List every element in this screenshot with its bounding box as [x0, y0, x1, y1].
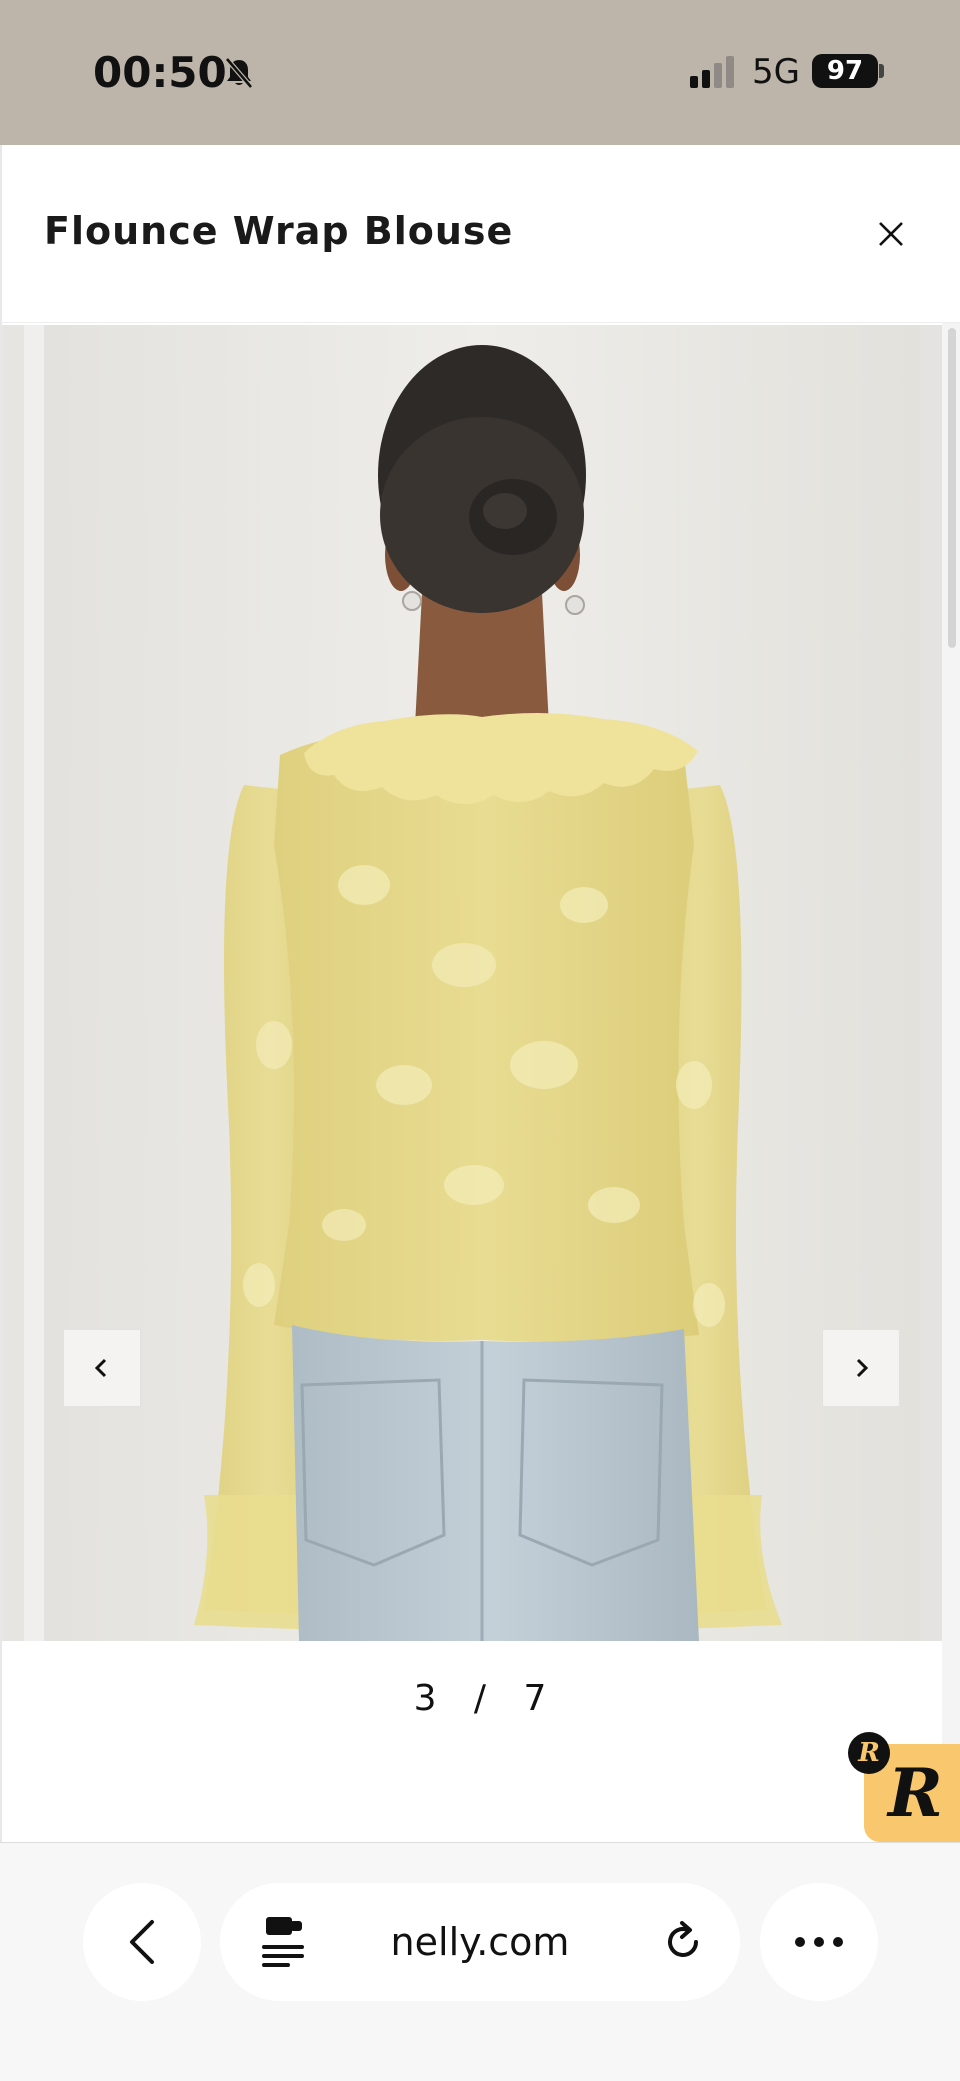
- chevron-left-icon: [130, 1920, 154, 1964]
- address-bar[interactable]: nelly.com: [220, 1883, 740, 2001]
- network-type: 5G: [752, 52, 800, 92]
- previous-image-edge: [2, 325, 24, 1641]
- modal-header: Flounce Wrap Blouse: [2, 145, 960, 323]
- product-photo: [44, 325, 920, 1641]
- reload-icon[interactable]: [660, 1919, 706, 1965]
- widget-logo-letter: R: [888, 1754, 943, 1832]
- previous-image-button[interactable]: [63, 1329, 141, 1407]
- widget-badge: R: [848, 1732, 890, 1774]
- image-gallery[interactable]: [2, 325, 942, 1641]
- battery-tip: [879, 64, 884, 78]
- status-time: 00:50: [93, 48, 227, 97]
- current-image-number: 3: [413, 1678, 441, 1719]
- counter-separator: /: [473, 1678, 491, 1719]
- chevron-right-icon: [856, 1358, 869, 1378]
- total-image-count: 7: [523, 1678, 551, 1719]
- signal-icon: [690, 56, 734, 88]
- modal-title: Flounce Wrap Blouse: [44, 209, 514, 253]
- close-icon[interactable]: [868, 211, 914, 257]
- browser-toolbar: nelly.com: [0, 1842, 960, 2081]
- model-illustration: [44, 325, 920, 1641]
- chevron-left-icon: [94, 1358, 107, 1378]
- battery-level: 97: [812, 54, 878, 88]
- rewards-widget-button[interactable]: R R: [848, 1732, 960, 1842]
- more-icon: [795, 1937, 843, 1947]
- product-image-modal: Flounce Wrap Blouse 3 / 7: [0, 145, 960, 1842]
- browser-back-button[interactable]: [83, 1883, 201, 2001]
- bell-slash-icon: [225, 57, 253, 89]
- next-image-edge: [920, 325, 942, 1641]
- scrollbar-thumb[interactable]: [948, 328, 956, 648]
- browser-more-button[interactable]: [760, 1883, 878, 2001]
- status-bar: 00:50 5G 97: [0, 0, 960, 145]
- image-counter: 3 / 7: [2, 1678, 960, 1719]
- next-image-button[interactable]: [822, 1329, 900, 1407]
